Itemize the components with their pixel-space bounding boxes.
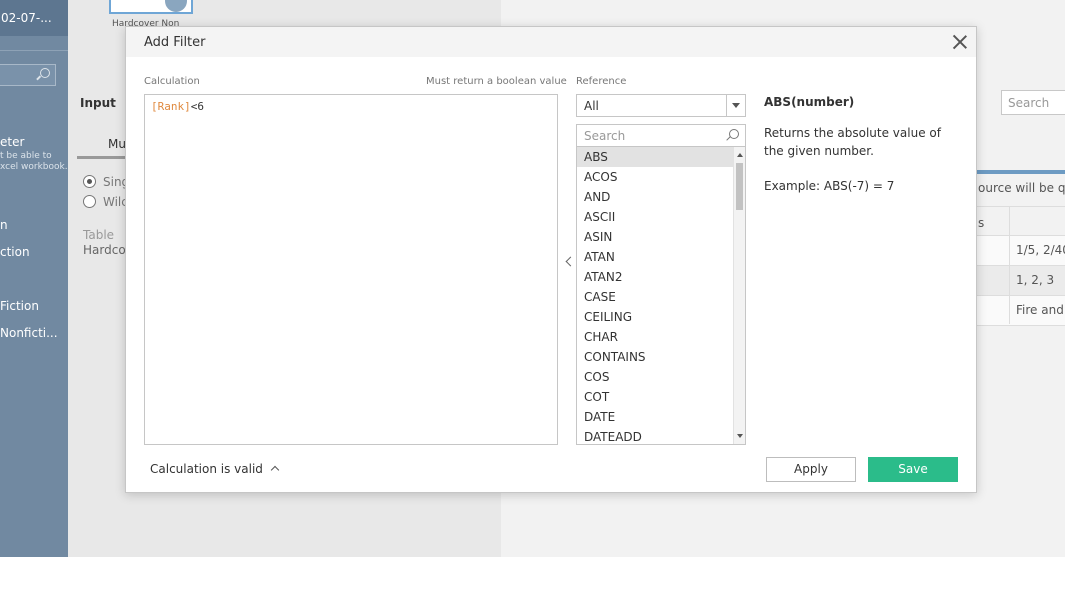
function-list-items: ABS ACOS AND ASCII ASIN ATAN ATAN2 CASE CEILING C… <box>577 147 745 444</box>
function-search-input[interactable]: Search <box>576 124 746 147</box>
preview-note: ource will be qu <box>978 181 1065 195</box>
add-filter-dialog: Add Filter Calculation Must return a boo… <box>125 26 977 493</box>
function-list-item[interactable]: ATAN2 <box>577 267 734 287</box>
function-list-item[interactable]: CONTAINS <box>577 347 734 367</box>
function-list-item[interactable]: CASE <box>577 287 734 307</box>
chevron-up-icon <box>269 463 281 473</box>
flow-node[interactable] <box>109 0 193 14</box>
table-cell: 1/5, 2/40 <box>1016 243 1065 257</box>
tab-multiple[interactable]: Mu <box>108 137 126 151</box>
search-icon <box>729 129 739 139</box>
reference-category-select[interactable]: All <box>576 94 746 117</box>
function-help-title: ABS(number) <box>764 95 855 109</box>
table-cell: Fire and <box>1016 303 1064 317</box>
calculation-status[interactable]: Calculation is valid <box>150 462 281 476</box>
column-divider <box>1009 206 1010 324</box>
calculation-label: Calculation <box>144 76 200 87</box>
table-label: Table <box>83 228 115 242</box>
left-sidebar: 02-07-... eter t be able to xcel workboo… <box>0 0 68 557</box>
dialog-header: Add Filter <box>126 27 976 57</box>
function-list-scrollbar[interactable] <box>733 147 745 444</box>
sidebar-divider <box>0 50 68 51</box>
table-value[interactable]: Hardco <box>83 243 126 257</box>
scroll-thumb[interactable] <box>736 163 743 210</box>
table-header-row <box>976 206 1065 236</box>
sidebar-note-line2: xcel workbook. <box>0 162 68 172</box>
sidebar-note-line1: t be able to <box>0 151 52 161</box>
save-button[interactable]: Save <box>868 457 958 482</box>
function-list-item[interactable]: COT <box>577 387 734 407</box>
preview-header-stripe <box>976 170 1065 174</box>
scroll-up-icon[interactable] <box>737 153 743 157</box>
function-list-item[interactable]: ACOS <box>577 167 734 187</box>
sidebar-search-input[interactable] <box>0 64 56 86</box>
column-header[interactable]: s <box>978 216 984 230</box>
function-list-item[interactable]: DATEADD <box>577 427 734 444</box>
calculation-editor[interactable]: [Rank]<6 <box>144 94 558 445</box>
apply-button[interactable]: Apply <box>766 457 856 482</box>
search-icon <box>40 68 50 78</box>
sidebar-item-ction[interactable]: ction <box>0 245 30 259</box>
calc-field-token: [Rank] <box>151 100 191 113</box>
input-panel-title: Input <box>80 96 116 110</box>
function-help-description: Returns the absolute value of the given … <box>764 126 941 158</box>
function-list-item[interactable]: ASCII <box>577 207 734 227</box>
function-list-item[interactable]: AND <box>577 187 734 207</box>
function-list-item[interactable]: ASIN <box>577 227 734 247</box>
table-cell: 1, 2, 3 <box>1016 273 1055 287</box>
function-list-item[interactable]: COS <box>577 367 734 387</box>
sidebar-item-n[interactable]: n <box>0 218 8 232</box>
preview-search-input[interactable]: Search <box>1001 90 1065 115</box>
calc-expression: <6 <box>190 100 204 113</box>
function-help-example: Example: ABS(-7) = 7 <box>764 179 895 193</box>
function-search-placeholder: Search <box>584 129 626 143</box>
function-list-item[interactable]: ATAN <box>577 247 734 267</box>
function-list-item[interactable]: DATE <box>577 407 734 427</box>
function-list-item[interactable]: CEILING <box>577 307 734 327</box>
calculation-hint: Must return a boolean value <box>426 76 567 87</box>
chevron-left-icon[interactable] <box>563 255 575 269</box>
node-icon <box>165 0 187 12</box>
function-list-item[interactable]: ABS <box>577 147 734 167</box>
radio-wildcard[interactable] <box>83 195 96 208</box>
sidebar-header[interactable]: 02-07-... <box>0 0 68 36</box>
close-icon[interactable] <box>952 34 968 50</box>
function-list: ABS ACOS AND ASCII ASIN ATAN ATAN2 CASE CEILING C… <box>576 147 746 445</box>
radio-single[interactable] <box>83 175 96 188</box>
scroll-down-icon[interactable] <box>737 434 743 438</box>
reference-selected-value: All <box>584 99 599 113</box>
function-list-item[interactable]: CHAR <box>577 327 734 347</box>
sidebar-item-fiction[interactable]: Fiction <box>0 299 39 313</box>
calculation-status-text: Calculation is valid <box>150 462 263 476</box>
sidebar-item-parameter[interactable]: eter <box>0 135 24 149</box>
reference-label: Reference <box>576 76 627 87</box>
dialog-title: Add Filter <box>144 35 206 50</box>
sidebar-item-nonfiction[interactable]: Nonficti... <box>0 326 58 340</box>
chevron-down-icon[interactable] <box>726 95 745 116</box>
